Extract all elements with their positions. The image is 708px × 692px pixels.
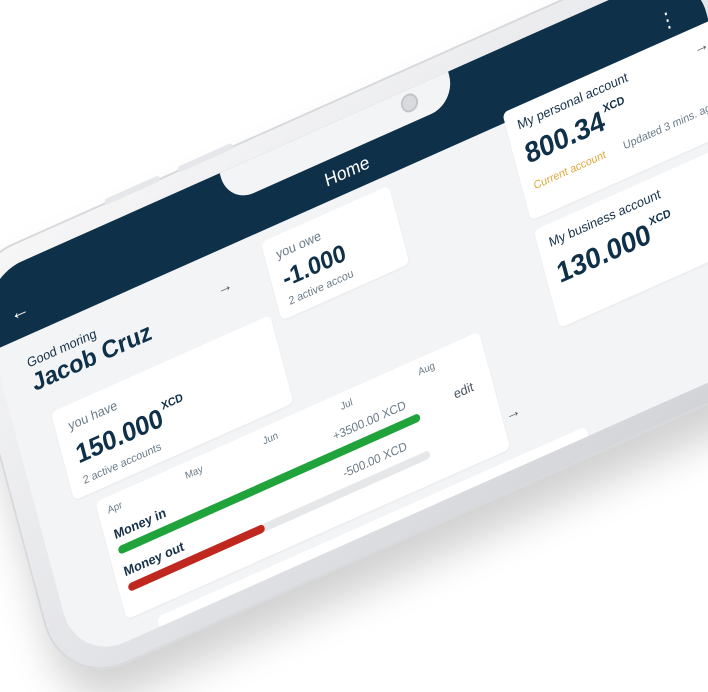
month-label-may: May <box>184 463 205 483</box>
edit-link[interactable]: edit <box>452 379 475 402</box>
month-label-apr: Apr <box>106 499 124 517</box>
camera-icon <box>398 90 421 116</box>
personal-account-arrow-icon[interactable]: → <box>692 35 708 59</box>
month-label-jun: Jun <box>261 430 280 448</box>
currency-code: XCD <box>160 391 185 413</box>
month-label-aug: Aug <box>417 360 437 379</box>
flow-arrow-icon[interactable]: → <box>504 402 523 426</box>
month-label-jul: Jul <box>339 397 354 414</box>
currency-code: XCD <box>647 207 673 229</box>
personal-account-updated: Updated 3 mins. ago <box>622 99 708 153</box>
currency-code: XCD <box>601 94 626 116</box>
greeting-arrow-icon[interactable]: → <box>215 276 234 300</box>
phone-mockup: ← Home ⋮ Good moring Jacob Cruz → you ha… <box>0 0 708 692</box>
